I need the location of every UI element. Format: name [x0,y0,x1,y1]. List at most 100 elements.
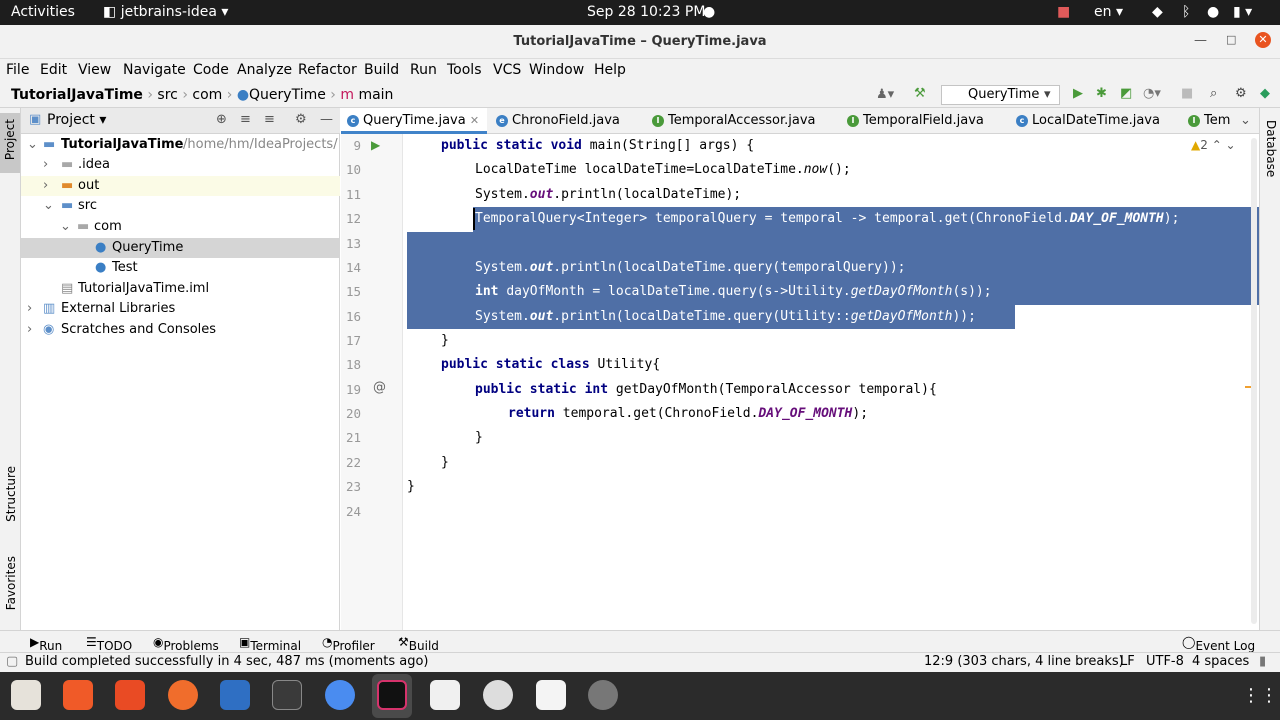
tree-item-root[interactable]: ⌄ ▬ TutorialJavaTime /home/hm/IdeaProjec… [21,135,340,155]
hammer-icon[interactable]: ⚒ [914,86,926,101]
menu-navigate[interactable]: Navigate [123,62,186,78]
breadcrumb-src[interactable]: src [157,87,177,103]
language-selector[interactable]: en ▾ [1094,4,1123,20]
menu-analyze[interactable]: Analyze [237,62,292,78]
toolbox-icon[interactable]: ◆ [1260,86,1270,101]
terminal-tool-tab[interactable]: ▣ Terminal [239,635,301,653]
favorites-tool-tab[interactable]: Favorites [4,556,18,610]
tab-temporalfield[interactable]: I TemporalField.java [841,108,984,134]
caret-position[interactable]: 12:9 (303 chars, 4 line breaks) [924,654,1124,669]
minimize-icon[interactable]: — [1194,33,1207,48]
tab-querytime[interactable]: c QueryTime.java ✕ [341,108,487,134]
disk-icon[interactable] [588,680,618,710]
menu-code[interactable]: Code [193,62,229,78]
intellij-icon[interactable] [377,680,407,710]
expand-all-icon[interactable]: ≡ [240,112,251,127]
camera-icon[interactable]: ■ [1057,4,1070,20]
tree-item-iml[interactable]: ▤ TutorialJavaTime.iml [21,279,340,299]
postman-icon[interactable] [168,680,198,710]
status-message[interactable]: Build completed successfully in 4 sec, 4… [25,654,429,669]
menu-file[interactable]: File [6,62,29,78]
run-gutter-icon[interactable]: ▶ [371,138,380,152]
profiler-tool-tab[interactable]: ◔ Profiler [322,635,375,653]
tree-item-out[interactable]: › ▬ out [21,176,340,196]
text-editor-icon[interactable] [536,680,566,710]
todo-tool-tab[interactable]: ☰ TODO [86,635,132,653]
line-separator[interactable]: LF [1120,654,1135,669]
git-client-icon[interactable] [115,680,145,710]
activities-button[interactable]: Activities [11,4,75,20]
maximize-icon[interactable]: □ [1226,33,1236,46]
debug-icon[interactable]: ✱ [1096,86,1107,101]
tab-overflow[interactable]: I Tem [1182,108,1232,134]
breadcrumb-project[interactable]: TutorialJavaTime [11,87,143,103]
menu-view[interactable]: View [78,62,111,78]
settings-icon[interactable] [483,680,513,710]
search-icon[interactable]: ⌕ [1210,86,1217,101]
menu-build[interactable]: Build [364,62,399,78]
implemented-gutter-icon[interactable]: @ [373,380,386,395]
microphone-icon[interactable]: ● [1207,4,1219,20]
breadcrumb-class[interactable]: QueryTime [249,87,326,103]
status-toggle-icon[interactable]: ▢ [6,654,18,669]
tree-item-scratches[interactable]: › ◉ Scratches and Consoles [21,320,340,340]
thunderbird-icon[interactable] [220,680,250,710]
database-tool-tab[interactable]: Database [1264,120,1278,177]
clock[interactable]: Sep 28 10:23 PM [587,4,705,20]
collapse-all-icon[interactable]: ≡ [264,112,275,127]
terminal-icon[interactable] [272,680,302,710]
warnings-indicator[interactable]: ▲2 ⌃ ⌄ [1191,138,1236,152]
wifi-icon[interactable]: ◆ [1152,4,1163,20]
battery-icon[interactable]: ▮ ▾ [1233,4,1252,20]
hide-icon[interactable]: — [320,112,333,127]
tree-item-idea[interactable]: › ▬ .idea [21,155,340,175]
breadcrumb-com[interactable]: com [192,87,222,103]
coverage-icon[interactable]: ◩ [1120,86,1132,101]
stop-icon[interactable]: ■ [1181,86,1193,101]
tab-localdatetime[interactable]: c LocalDateTime.java [1010,108,1160,134]
tree-item-querytime[interactable]: ● QueryTime [21,238,340,258]
file-encoding[interactable]: UTF-8 [1146,654,1184,669]
app-menu[interactable]: ◧ jetbrains-idea ▾ [103,4,228,20]
tree-item-src[interactable]: ⌄ ▬ src [21,196,340,216]
software-center-icon[interactable] [63,680,93,710]
close-icon[interactable]: ✕ [1255,32,1271,48]
run-icon[interactable]: ▶ [1073,86,1083,101]
locate-icon[interactable]: ⊕ [216,112,227,127]
tree-item-external-libraries[interactable]: › ▥ External Libraries [21,299,340,319]
tab-temporalaccessor[interactable]: I TemporalAccessor.java [646,108,816,134]
run-tool-tab[interactable]: ▶ Run [30,635,62,653]
problems-tool-tab[interactable]: ◉ Problems [153,635,219,653]
menu-window[interactable]: Window [529,62,584,78]
menu-vcs[interactable]: VCS [493,62,521,78]
chevron-down-icon[interactable]: ⌄ [1240,113,1251,128]
menu-tools[interactable]: Tools [447,62,482,78]
event-log-tab[interactable]: ◯ Event Log [1182,635,1255,653]
project-view-selector[interactable]: Project ▾ [47,112,106,128]
structure-tool-tab[interactable]: Structure [4,466,18,522]
tab-chronofield[interactable]: e ChronoField.java [490,108,620,134]
app-grid-icon[interactable]: ⋮⋮ [1242,685,1278,707]
indent-setting[interactable]: 4 spaces [1192,654,1249,669]
run-config-selector[interactable]: QueryTime ▾ [941,85,1060,105]
menu-help[interactable]: Help [594,62,626,78]
bluetooth-icon[interactable]: ᛒ [1182,4,1190,20]
screenshot-icon[interactable] [430,680,460,710]
close-icon[interactable]: ✕ [470,114,479,127]
vertical-scrollbar[interactable] [1251,138,1257,624]
build-tool-tab[interactable]: ⚒ Build [398,635,439,653]
breadcrumb-method[interactable]: main [358,87,393,103]
gear-icon[interactable]: ⚙ [295,112,307,127]
profile-icon[interactable]: ◔▾ [1143,86,1161,101]
gear-icon[interactable]: ⚙ [1235,86,1247,101]
menu-edit[interactable]: Edit [40,62,67,78]
tree-item-test[interactable]: ● Test [21,258,340,278]
files-icon[interactable] [11,680,41,710]
code-editor[interactable]: ▲2 ⌃ ⌄ public static void main(String[] … [403,134,1259,630]
menu-run[interactable]: Run [410,62,437,78]
chrome-icon[interactable] [325,680,355,710]
lock-icon[interactable]: ▮ [1259,654,1266,669]
menu-refactor[interactable]: Refactor [298,62,357,78]
project-tool-tab[interactable]: Project [0,113,20,173]
user-icon[interactable]: ♟▾ [876,87,894,102]
